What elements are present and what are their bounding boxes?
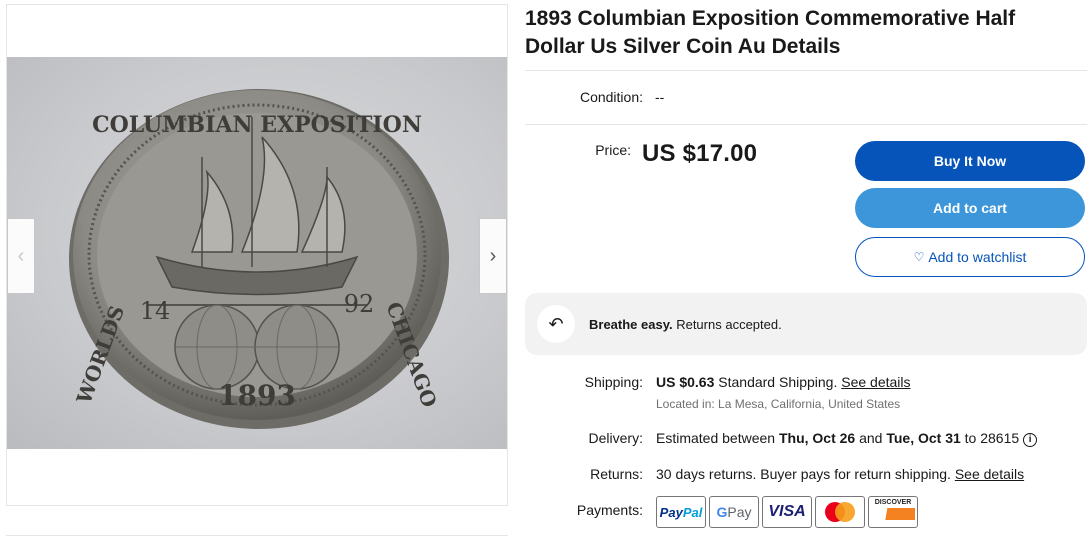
gpay-g: G bbox=[716, 504, 728, 520]
returns-see-details-link[interactable]: See details bbox=[955, 466, 1024, 482]
mastercard-icon bbox=[815, 496, 865, 528]
shipping-label: Shipping: bbox=[584, 374, 643, 390]
coin-bottom-year: 1893 bbox=[218, 379, 296, 412]
add-to-watchlist-button[interactable]: ♡ Add to watchlist bbox=[855, 237, 1085, 277]
paypal-pay: Pay bbox=[659, 504, 683, 520]
shipping-see-details-link[interactable]: See details bbox=[841, 374, 910, 390]
chevron-left-icon: ‹ bbox=[17, 244, 25, 267]
coin-image: COLUMBIAN EXPOSITION WORLDS CHICAGO 14 9… bbox=[69, 89, 449, 429]
discover-text: DISCOVER bbox=[874, 499, 912, 506]
gpay-pay: Pay bbox=[727, 504, 752, 520]
mastercard-circles bbox=[825, 502, 855, 522]
condition-divider bbox=[525, 124, 1087, 125]
delivery-prefix: Estimated between bbox=[656, 430, 779, 446]
returns-banner-bold: Breathe easy. bbox=[589, 317, 673, 332]
return-arrow-icon: ↶ bbox=[537, 305, 575, 343]
coin-year-left: 14 bbox=[140, 297, 171, 325]
buy-it-now-button[interactable]: Buy It Now bbox=[855, 141, 1085, 181]
google-pay-icon: G Pay bbox=[709, 496, 759, 528]
coin-photo[interactable]: COLUMBIAN EXPOSITION WORLDS CHICAGO 14 9… bbox=[7, 57, 507, 449]
heart-icon: ♡ bbox=[913, 250, 925, 264]
delivery-date-end: Tue, Oct 31 bbox=[886, 430, 961, 446]
discover-bar bbox=[871, 508, 915, 520]
delivery-suffix: to 28615 bbox=[960, 430, 1020, 446]
returns-value: 30 days returns. Buyer pays for return s… bbox=[656, 466, 1024, 482]
item-location: Located in: La Mesa, California, United … bbox=[656, 397, 901, 411]
gallery-next-button[interactable]: › bbox=[479, 218, 507, 294]
chevron-right-icon: › bbox=[489, 244, 497, 267]
delivery-and: and bbox=[855, 430, 887, 446]
add-to-cart-button[interactable]: Add to cart bbox=[855, 188, 1085, 228]
condition-value: -- bbox=[655, 89, 665, 105]
condition-label: Condition: bbox=[579, 89, 643, 105]
payment-methods: Pay Pal G Pay VISA DISCOVER bbox=[656, 496, 918, 528]
gallery-divider bbox=[6, 535, 508, 536]
info-icon[interactable]: i bbox=[1023, 433, 1038, 447]
payments-label: Payments: bbox=[576, 502, 643, 518]
returns-banner: ↶ Breathe easy. Returns accepted. bbox=[525, 293, 1087, 355]
image-gallery: COLUMBIAN EXPOSITION WORLDS CHICAGO 14 9… bbox=[6, 4, 508, 506]
delivery-label: Delivery: bbox=[588, 430, 643, 446]
paypal-icon: Pay Pal bbox=[656, 496, 706, 528]
add-to-watchlist-label: Add to watchlist bbox=[928, 249, 1027, 265]
returns-banner-text: Breathe easy. Returns accepted. bbox=[589, 317, 782, 332]
coin-top-text: COLUMBIAN EXPOSITION bbox=[92, 112, 422, 138]
shipping-method: Standard Shipping. bbox=[714, 374, 842, 390]
title-divider bbox=[525, 70, 1087, 71]
shipping-value: US $0.63 Standard Shipping. See details bbox=[656, 374, 911, 390]
delivery-date-start: Thu, Oct 26 bbox=[778, 430, 856, 446]
visa-icon: VISA bbox=[762, 496, 812, 528]
delivery-value: Estimated between Thu, Oct 26 and Tue, O… bbox=[656, 430, 1038, 447]
returns-text: 30 days returns. Buyer pays for return s… bbox=[656, 466, 955, 482]
paypal-pal: Pal bbox=[682, 504, 703, 520]
coin-year-right: 92 bbox=[344, 290, 375, 318]
listing-title: 1893 Columbian Exposition Commemorative … bbox=[525, 7, 1016, 58]
shipping-price: US $0.63 bbox=[656, 374, 715, 390]
gallery-prev-button[interactable]: ‹ bbox=[7, 218, 35, 294]
returns-label: Returns: bbox=[590, 466, 643, 482]
returns-banner-rest: Returns accepted. bbox=[672, 317, 782, 332]
price-value: US $17.00 bbox=[642, 140, 758, 167]
discover-icon: DISCOVER bbox=[868, 496, 918, 528]
price-label: Price: bbox=[595, 142, 631, 158]
